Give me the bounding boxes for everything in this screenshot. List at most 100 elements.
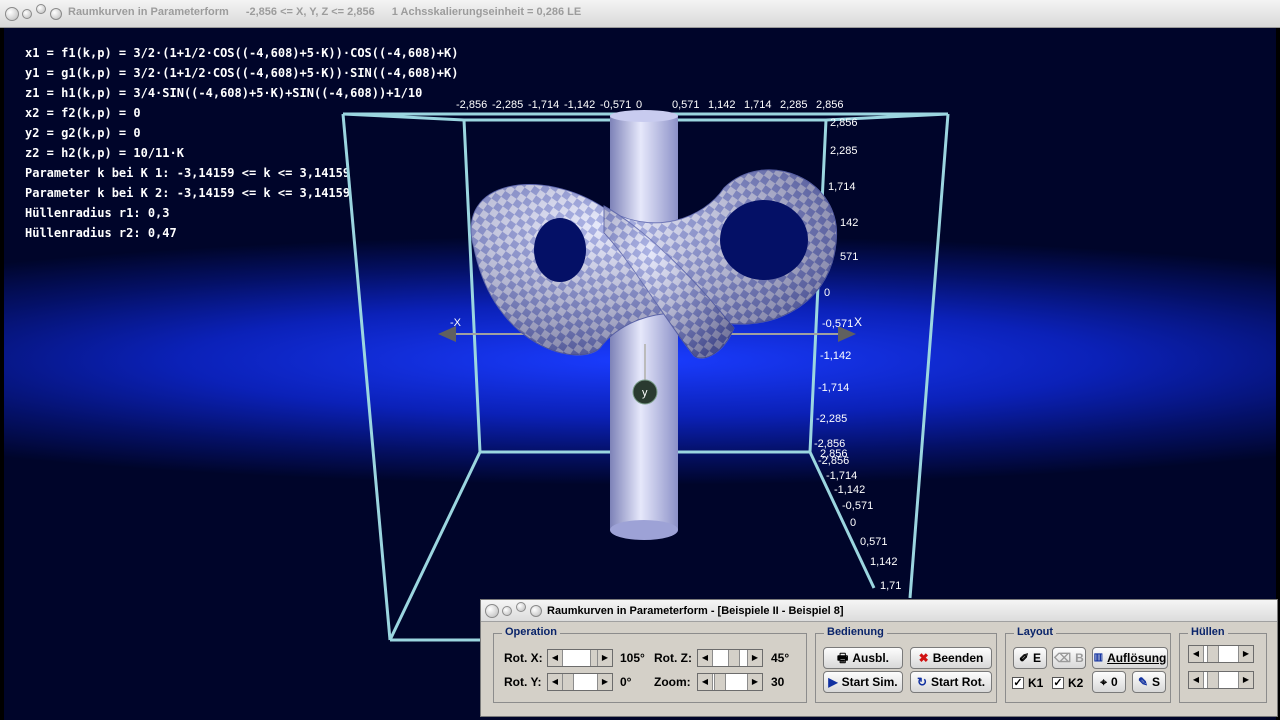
- top-tick: -1,714: [528, 99, 559, 111]
- beenden-label: Beenden: [932, 651, 984, 665]
- knot-hole-left: [534, 218, 586, 282]
- layout-group: Layout ✐ E ⌫ B ▥ Auflösung ✓ K1 ✓ K2 ⌖ 0…: [1005, 626, 1171, 703]
- x-pos-label: X: [854, 315, 862, 329]
- control-maximize-button[interactable]: [516, 602, 526, 612]
- right-tick: -1,714: [818, 382, 849, 394]
- control-window-title: Raumkurven in Parameterform - [Beispiele…: [547, 605, 844, 617]
- zero-label: 0: [1111, 675, 1118, 689]
- x-neg-label: -X: [450, 317, 462, 329]
- rot-x-slider[interactable]: ◀ ▶: [547, 649, 613, 667]
- top-tick: 1,142: [708, 99, 736, 111]
- slider-thumb[interactable]: [562, 674, 574, 690]
- start-rot-button[interactable]: ↻ Start Rot.: [910, 671, 992, 693]
- slider-thumb[interactable]: [1207, 672, 1219, 688]
- control-close-button[interactable]: [485, 604, 499, 618]
- arrow-right-icon[interactable]: ▶: [597, 674, 612, 690]
- arrow-left-icon[interactable]: ◀: [698, 650, 713, 666]
- beenden-button[interactable]: ✖ Beenden: [910, 647, 992, 669]
- k1-label: K1: [1028, 676, 1044, 690]
- arrow-left-icon[interactable]: ◀: [698, 674, 713, 690]
- huellen-legend: Hüllen: [1188, 626, 1228, 638]
- arrow-left-icon[interactable]: ◀: [548, 650, 563, 666]
- right-tick: 2,856: [830, 117, 858, 129]
- b-label: B: [1075, 651, 1084, 665]
- k2-checkbox[interactable]: ✓: [1052, 677, 1064, 689]
- start-rot-label: Start Rot.: [931, 675, 986, 689]
- right-tick: 0: [824, 287, 830, 299]
- arrow-left-icon[interactable]: ◀: [1189, 646, 1204, 662]
- rot-z-value: 45°: [771, 651, 790, 665]
- depth-tick: -0,571: [842, 500, 873, 512]
- b-button[interactable]: ⌫ B: [1052, 647, 1086, 669]
- arrow-right-icon[interactable]: ▶: [1238, 672, 1253, 688]
- arrow-right-icon[interactable]: ▶: [747, 650, 762, 666]
- control-title-bar: Raumkurven in Parameterform - [Beispiele…: [481, 600, 1277, 622]
- main-window-title: Raumkurven in Parameterform -2,856 <= X,…: [68, 6, 595, 18]
- knot-hole-right: [720, 200, 808, 280]
- control-minimize-button[interactable]: [502, 606, 512, 616]
- start-sim-label: Start Sim.: [841, 675, 898, 689]
- box-front-right: [908, 113, 950, 599]
- s-button[interactable]: ✎ S: [1132, 671, 1166, 693]
- arrow-left-icon[interactable]: ◀: [1189, 672, 1204, 688]
- zoom-value: 30: [771, 675, 785, 689]
- k2-label: K2: [1068, 676, 1084, 690]
- aufloesung-button[interactable]: ▥ Auflösung: [1092, 647, 1168, 669]
- right-tick: 1,714: [828, 181, 856, 193]
- window-app-icon: [50, 8, 62, 20]
- rot-z-label: Rot. Z:: [654, 651, 692, 665]
- top-tick: -1,142: [564, 99, 595, 111]
- depth-tick: -2,856: [818, 455, 849, 467]
- rotate-icon: ↻: [916, 675, 928, 689]
- depth-tick: 0: [850, 517, 856, 529]
- main-title-label: Raumkurven in Parameterform: [68, 6, 229, 18]
- top-tick: 0: [636, 99, 642, 111]
- huellen-slider-2[interactable]: ◀ ▶: [1188, 671, 1254, 689]
- slider-thumb[interactable]: [714, 674, 726, 690]
- arrow-right-icon[interactable]: ▶: [597, 650, 612, 666]
- depth-tick: -1,142: [834, 484, 865, 496]
- close-icon: ✖: [918, 651, 929, 665]
- depth-tick-labels: 2,856 -2,856 -1,714 -1,142 -0,571 0 0,57…: [818, 448, 901, 592]
- huellen-group: Hüllen ◀ ▶ ◀ ▶: [1179, 626, 1267, 703]
- slider-thumb[interactable]: [1207, 646, 1219, 662]
- window-minimize-button[interactable]: [22, 9, 32, 19]
- arrow-left-icon[interactable]: ◀: [548, 674, 563, 690]
- layout-legend: Layout: [1014, 626, 1057, 638]
- scale-text: 1 Achsskalierungseinheit = 0,286 LE: [391, 6, 582, 18]
- operation-legend: Operation: [502, 626, 560, 638]
- ausbl-button[interactable]: 🖶 Ausbl.: [823, 647, 903, 669]
- zero-button[interactable]: ⌖ 0: [1092, 671, 1126, 693]
- window-close-button[interactable]: [5, 7, 19, 21]
- bedienung-group: Bedienung 🖶 Ausbl. ✖ Beenden ▶ Start Sim…: [815, 626, 997, 703]
- crosshair-icon: ⌖: [1100, 675, 1108, 689]
- rot-x-value: 105°: [620, 651, 645, 665]
- huellen-slider-1[interactable]: ◀ ▶: [1188, 645, 1254, 663]
- rot-y-slider[interactable]: ◀ ▶: [547, 673, 613, 691]
- ausbl-label: Ausbl.: [852, 651, 889, 665]
- depth-tick: 0,571: [860, 536, 888, 548]
- right-tick: 142: [840, 217, 858, 229]
- arrow-right-icon[interactable]: ▶: [1238, 646, 1253, 662]
- arrow-right-icon[interactable]: ▶: [747, 674, 762, 690]
- window-maximize-button[interactable]: [36, 4, 46, 14]
- depth-tick: 1,142: [870, 556, 898, 568]
- top-tick: -0,571: [600, 99, 631, 111]
- e-label: E: [1033, 651, 1042, 665]
- play-icon: ▶: [828, 675, 838, 689]
- depth-tick: 1,71: [880, 580, 901, 592]
- zoom-slider[interactable]: ◀ ▶: [697, 673, 763, 691]
- slider-thumb[interactable]: [728, 650, 740, 666]
- e-button[interactable]: ✐ E: [1013, 647, 1047, 669]
- k1-checkbox[interactable]: ✓: [1012, 677, 1024, 689]
- right-tick: 2,285: [830, 145, 858, 157]
- start-sim-button[interactable]: ▶ Start Sim.: [823, 671, 903, 693]
- zoom-label: Zoom:: [654, 675, 691, 689]
- rot-z-slider[interactable]: ◀ ▶: [697, 649, 763, 667]
- top-tick: 0,571: [672, 99, 700, 111]
- range-text: -2,856 <= X, Y, Z <= 2,856: [245, 6, 375, 18]
- right-tick: -0,571: [822, 318, 853, 330]
- box-edge-bl: [388, 451, 482, 641]
- top-tick: -2,285: [492, 99, 523, 111]
- bedienung-legend: Bedienung: [824, 626, 887, 638]
